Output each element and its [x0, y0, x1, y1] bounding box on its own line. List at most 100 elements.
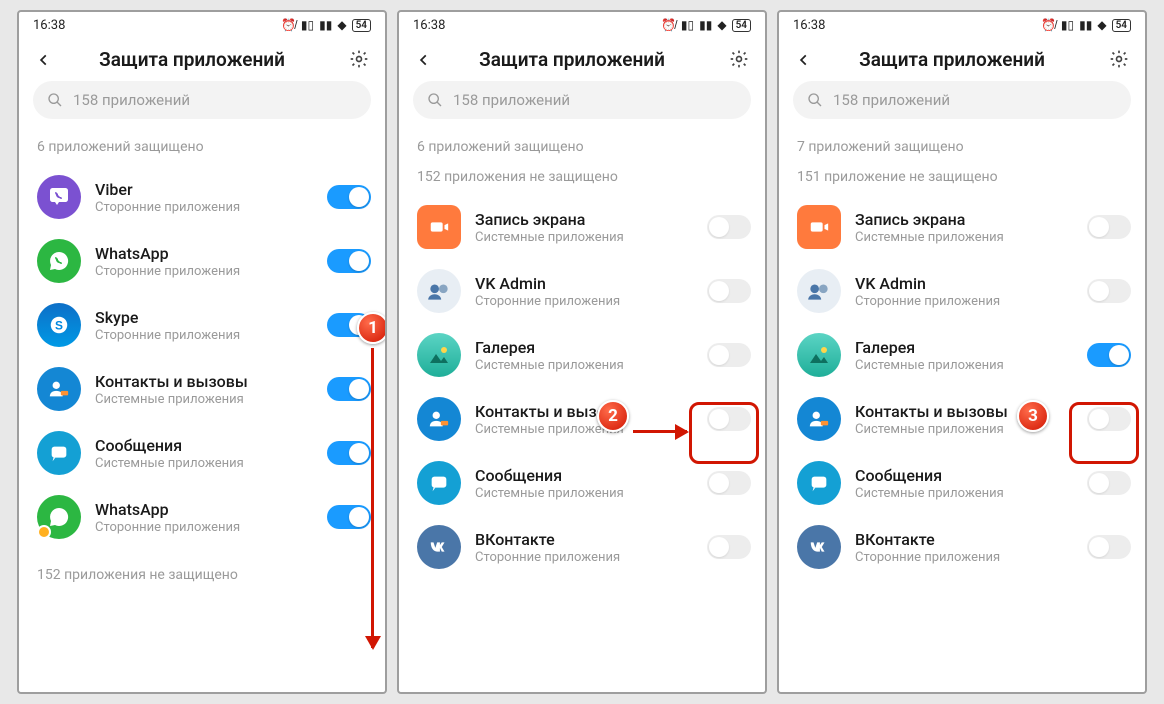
app-sub: Системные приложения — [95, 456, 313, 471]
app-row-screenrec[interactable]: Запись экрана Системные приложения — [399, 195, 765, 259]
page-title: Защита приложений — [809, 48, 1095, 71]
whatsapp-icon — [37, 495, 81, 539]
signal-icon: ▮▮ — [699, 18, 712, 32]
page-title: Защита приложений — [49, 48, 335, 71]
contacts-icon — [37, 367, 81, 411]
toggle[interactable] — [707, 407, 751, 431]
search-icon — [427, 92, 443, 108]
section-protected: 7 приложений защищено — [779, 125, 1145, 165]
gallery-icon — [797, 333, 841, 377]
app-name: Контакты и вызовы — [475, 402, 693, 421]
toggle[interactable] — [1087, 279, 1131, 303]
app-sub: Системные приложения — [475, 422, 693, 437]
app-list: Запись экрана Системные приложения VK Ad… — [779, 195, 1145, 692]
app-text: Viber Сторонние приложения — [95, 180, 313, 215]
app-name: VK Admin — [855, 274, 1073, 293]
search-placeholder: 158 приложений — [73, 91, 190, 109]
toggle[interactable] — [707, 215, 751, 239]
app-row-whatsapp2[interactable]: WhatsApp Сторонние приложения — [19, 485, 385, 549]
app-text: ВКонтакте Сторонние приложения — [475, 530, 693, 565]
search-placeholder: 158 приложений — [453, 91, 570, 109]
settings-button[interactable] — [349, 49, 371, 71]
app-text: Сообщения Системные приложения — [95, 436, 313, 471]
battery-icon: 54 — [732, 19, 751, 32]
toggle[interactable] — [327, 249, 371, 273]
app-text: Галерея Системные приложения — [855, 338, 1073, 373]
toggle[interactable] — [1087, 535, 1131, 559]
app-row-vkadmin[interactable]: VK Admin Сторонние приложения — [399, 259, 765, 323]
toggle[interactable] — [1087, 471, 1131, 495]
app-text: WhatsApp Сторонние приложения — [95, 244, 313, 279]
messages-icon — [797, 461, 841, 505]
app-row-vkadmin[interactable]: VK Admin Сторонние приложения — [779, 259, 1145, 323]
svg-text:S: S — [55, 319, 63, 333]
annotation-badge-3: 3 — [1017, 400, 1049, 432]
vkadmin-icon — [797, 269, 841, 313]
toggle[interactable] — [327, 185, 371, 209]
app-row-messages[interactable]: Сообщения Системные приложения — [399, 451, 765, 515]
signal-icon: ▮▯ — [1061, 18, 1074, 32]
signal-icon: ▮▯ — [681, 18, 694, 32]
toggle[interactable] — [327, 377, 371, 401]
annotation-arrow-down — [371, 348, 374, 648]
app-row-skype[interactable]: S Skype Сторонние приложения — [19, 293, 385, 357]
app-text: VK Admin Сторонние приложения — [475, 274, 693, 309]
app-sub: Системные приложения — [475, 486, 693, 501]
alarm-off-icon: ⏰̸ — [661, 18, 676, 32]
app-row-messages[interactable]: Сообщения Системные приложения — [19, 421, 385, 485]
app-row-messages[interactable]: Сообщения Системные приложения — [779, 451, 1145, 515]
app-sub: Сторонние приложения — [95, 264, 313, 279]
vkontakte-icon — [797, 525, 841, 569]
app-row-gallery[interactable]: Галерея Системные приложения — [779, 323, 1145, 387]
screenrec-icon — [417, 205, 461, 249]
clock: 16:38 — [413, 18, 445, 33]
app-sub: Системные приложения — [95, 392, 313, 407]
toggle[interactable] — [1087, 407, 1131, 431]
clock: 16:38 — [33, 18, 65, 33]
app-row-gallery[interactable]: Галерея Системные приложения — [399, 323, 765, 387]
toggle[interactable] — [327, 441, 371, 465]
app-row-vkontakte[interactable]: ВКонтакте Сторонние приложения — [399, 515, 765, 579]
app-name: WhatsApp — [95, 500, 313, 519]
app-row-contacts[interactable]: Контакты и вызовы Системные приложения — [19, 357, 385, 421]
app-name: WhatsApp — [95, 244, 313, 263]
status-bar: 16:38 ⏰̸ ▮▯ ▮▮ ◆ 54 — [399, 12, 765, 38]
search-input[interactable]: 158 приложений — [33, 81, 371, 119]
toggle[interactable] — [707, 535, 751, 559]
toggle[interactable] — [1087, 343, 1131, 367]
settings-button[interactable] — [729, 49, 751, 71]
app-sub: Системные приложения — [475, 230, 693, 245]
section-unprotected: 152 приложения не защищено — [19, 549, 385, 593]
app-name: Запись экрана — [855, 210, 1073, 229]
toggle[interactable] — [1087, 215, 1131, 239]
app-text: ВКонтакте Сторонние приложения — [855, 530, 1073, 565]
search-input[interactable]: 158 приложений — [413, 81, 751, 119]
app-row-viber[interactable]: Viber Сторонние приложения — [19, 165, 385, 229]
toggle[interactable] — [327, 505, 371, 529]
toggle[interactable] — [707, 279, 751, 303]
wifi-icon: ◆ — [717, 18, 726, 32]
app-sub: Системные приложения — [855, 230, 1073, 245]
whatsapp-icon — [37, 239, 81, 283]
app-row-screenrec[interactable]: Запись экрана Системные приложения — [779, 195, 1145, 259]
settings-button[interactable] — [1109, 49, 1131, 71]
app-text: Сообщения Системные приложения — [475, 466, 693, 501]
search-input[interactable]: 158 приложений — [793, 81, 1131, 119]
contacts-icon — [797, 397, 841, 441]
signal-icon: ▮▮ — [1079, 18, 1092, 32]
page-header: Защита приложений — [779, 38, 1145, 79]
toggle[interactable] — [707, 343, 751, 367]
app-name: Сообщения — [95, 436, 313, 455]
toggle[interactable] — [707, 471, 751, 495]
app-row-contacts[interactable]: Контакты и вызовы Системные приложения — [779, 387, 1145, 451]
section-unprotected: 152 приложения не защищено — [399, 165, 765, 195]
messages-icon — [37, 431, 81, 475]
app-name: Галерея — [855, 338, 1073, 357]
app-sub: Сторонние приложения — [475, 550, 693, 565]
app-row-whatsapp[interactable]: WhatsApp Сторонние приложения — [19, 229, 385, 293]
alarm-off-icon: ⏰̸ — [1041, 18, 1056, 32]
app-row-contacts[interactable]: Контакты и вызовы Системные приложения — [399, 387, 765, 451]
app-name: VK Admin — [475, 274, 693, 293]
app-row-vkontakte[interactable]: ВКонтакте Сторонние приложения — [779, 515, 1145, 579]
app-text: Запись экрана Системные приложения — [855, 210, 1073, 245]
